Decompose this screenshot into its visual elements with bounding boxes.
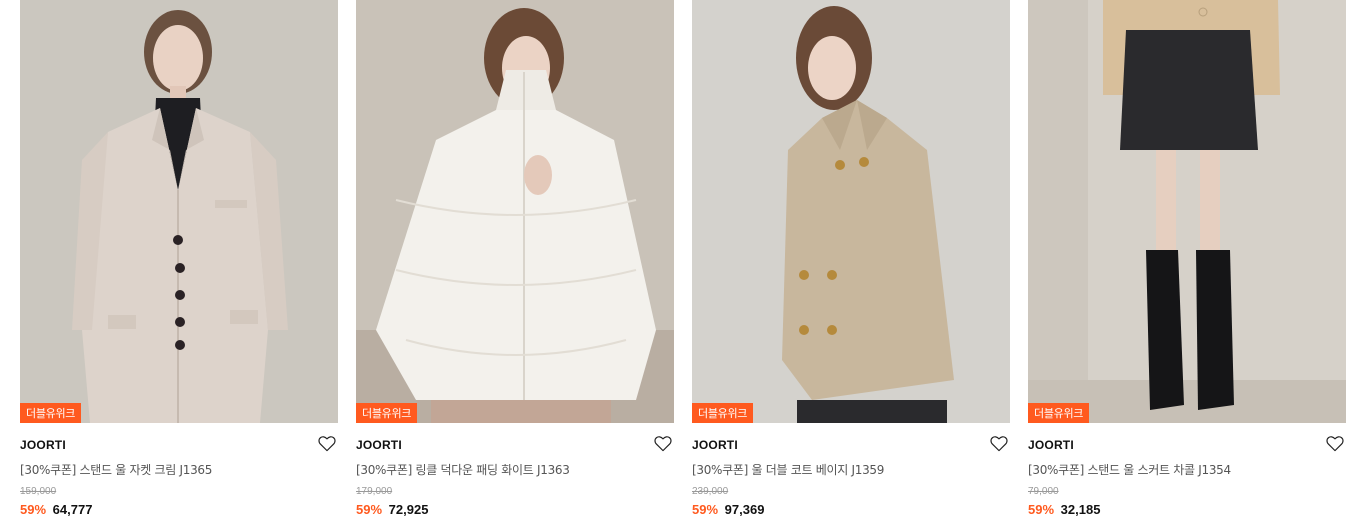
- promo-badge: 더블유위크: [356, 403, 418, 423]
- product-name[interactable]: [30%쿠폰] 스탠드 울 자켓 크림 J1365: [20, 461, 212, 478]
- discount-rate: 59%: [692, 502, 719, 517]
- price-line: 59% 72,925: [356, 502, 428, 517]
- product-image[interactable]: 더블유위크: [1028, 0, 1346, 423]
- brand-name[interactable]: JOORTI: [356, 438, 402, 452]
- product-name[interactable]: [30%쿠폰] 스탠드 울 스커트 차콜 J1354: [1028, 461, 1231, 478]
- product-name[interactable]: [30%쿠폰] 울 더블 코트 베이지 J1359: [692, 461, 884, 478]
- original-price: 179,000: [356, 486, 393, 497]
- price-line: 59% 97,369: [692, 502, 764, 517]
- product-card[interactable]: 더블유위크 JOORTI [30%쿠폰] 울 더블 코트 베이지 J1359 2…: [692, 0, 1010, 522]
- sale-price: 64,777: [52, 502, 93, 517]
- heart-outline-icon[interactable]: [318, 435, 336, 452]
- promo-badge: 더블유위크: [692, 403, 754, 423]
- sale-price: 72,925: [388, 502, 429, 517]
- original-price: 239,000: [692, 486, 729, 497]
- original-price: 159,000: [20, 486, 57, 497]
- heart-outline-icon[interactable]: [654, 435, 672, 452]
- price-line: 59% 64,777: [20, 502, 92, 517]
- product-card[interactable]: 더블유위크 JOORTI [30%쿠폰] 스탠드 울 자켓 크림 J1365 1…: [20, 0, 338, 522]
- product-image[interactable]: 더블유위크: [356, 0, 674, 423]
- product-card[interactable]: 더블유위크 JOORTI [30%쿠폰] 링클 덕다운 패딩 화이트 J1363…: [356, 0, 674, 522]
- brand-name[interactable]: JOORTI: [1028, 438, 1074, 452]
- price-line: 59% 32,185: [1028, 502, 1100, 517]
- sale-price: 97,369: [724, 502, 765, 517]
- product-name[interactable]: [30%쿠폰] 링클 덕다운 패딩 화이트 J1363: [356, 461, 570, 478]
- product-image[interactable]: 더블유위크: [692, 0, 1010, 423]
- discount-rate: 59%: [1028, 502, 1055, 517]
- promo-badge: 더블유위크: [1028, 403, 1090, 423]
- heart-outline-icon[interactable]: [990, 435, 1008, 452]
- original-price: 79,000: [1028, 486, 1059, 497]
- product-grid: 더블유위크 JOORTI [30%쿠폰] 스탠드 울 자켓 크림 J1365 1…: [0, 0, 1350, 522]
- product-card[interactable]: 더블유위크 JOORTI [30%쿠폰] 스탠드 울 스커트 차콜 J1354 …: [1028, 0, 1346, 522]
- product-image[interactable]: 더블유위크: [20, 0, 338, 423]
- discount-rate: 59%: [356, 502, 383, 517]
- promo-badge: 더블유위크: [20, 403, 82, 423]
- sale-price: 32,185: [1060, 502, 1101, 517]
- brand-name[interactable]: JOORTI: [20, 438, 66, 452]
- brand-name[interactable]: JOORTI: [692, 438, 738, 452]
- discount-rate: 59%: [20, 502, 47, 517]
- heart-outline-icon[interactable]: [1326, 435, 1344, 452]
